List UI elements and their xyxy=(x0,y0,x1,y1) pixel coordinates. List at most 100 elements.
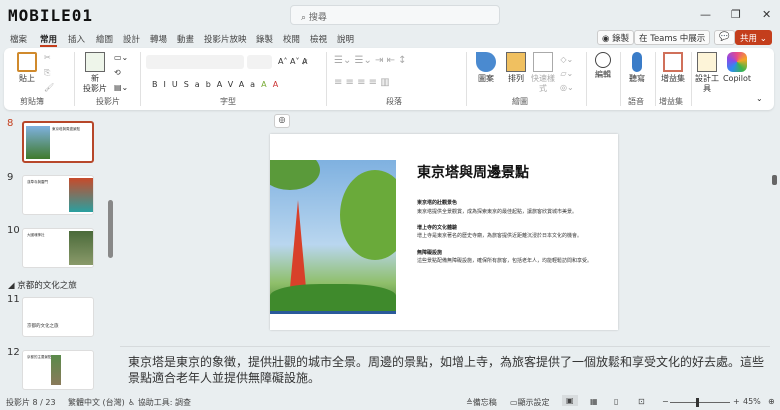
font-name-box[interactable] xyxy=(146,55,244,69)
designer-suggestion-icon[interactable]: ◎ xyxy=(274,114,290,128)
zoom-level[interactable]: 45% xyxy=(743,397,761,406)
zoom-slider[interactable] xyxy=(670,402,730,403)
minimize-button[interactable]: — xyxy=(700,8,711,21)
slide-number: 8 xyxy=(7,118,14,129)
point-body: 增上寺是東京著名的歷史寺廟，為旅客提供近距離沉浸於日本文化的機會。 xyxy=(417,233,583,239)
reading-view-icon[interactable]: ▯ xyxy=(614,397,618,406)
logo: MOBILE01 xyxy=(8,6,94,25)
notes-text[interactable]: 東京塔是東京的象徵，提供壯觀的城市全景。周邊的景點，如增上寺，為旅客提供了一個放… xyxy=(128,354,768,386)
font-format-buttons[interactable]: BIUSabAVAaAA xyxy=(152,80,284,90)
tab-file[interactable]: 檔案 xyxy=(10,33,27,45)
present-in-teams-button[interactable]: 在 Teams 中展示 xyxy=(634,30,711,45)
copy-icon[interactable]: ⎘ xyxy=(44,68,50,78)
title-bar: MOBILE01 ⌕ 搜尋 — ❐ ✕ xyxy=(0,0,780,30)
collapse-ribbon-icon[interactable]: ⌄ xyxy=(756,94,763,104)
tab-help[interactable]: 說明 xyxy=(337,33,354,45)
cut-icon[interactable]: ✂ xyxy=(44,53,51,63)
dictate-button[interactable]: 聽寫 xyxy=(624,52,650,84)
reset-icon[interactable]: ⟲ xyxy=(114,68,121,78)
quick-styles-button[interactable]: 快速樣式 xyxy=(530,52,556,94)
tab-view[interactable]: 檢視 xyxy=(310,33,327,45)
arrange-icon xyxy=(506,52,526,72)
slide-thumbnail-8[interactable]: 東京塔與周邊景點 xyxy=(22,121,94,163)
restore-button[interactable]: ❐ xyxy=(731,8,741,21)
designer-icon xyxy=(697,52,717,72)
section-icon[interactable]: ▤⌄ xyxy=(114,83,128,93)
grow-font-icon[interactable]: A˄ A˅ A̷ xyxy=(278,57,308,67)
designer-button[interactable]: 設計工具 xyxy=(694,52,720,94)
point-heading: 增上寺的文化體驗 xyxy=(417,225,458,231)
ribbon-tabs: 檔案 常用 插入 繪圖 設計 轉場 動畫 投影片放映 錄製 校閱 檢視 說明 ◉… xyxy=(0,30,780,47)
slide-thumbnail-10[interactable]: 大國魂神社 xyxy=(22,228,94,268)
slide-thumbnail-11[interactable]: 京都的文化之旅 xyxy=(22,297,94,337)
accessibility-status[interactable]: ♿ 協助工具: 調查 xyxy=(128,397,191,408)
tab-design[interactable]: 設計 xyxy=(123,33,140,45)
language[interactable]: 繁體中文 (台灣) xyxy=(68,397,125,408)
slide-thumbnail-12[interactable]: 京都的主要景點 xyxy=(22,350,94,390)
tab-animations[interactable]: 動畫 xyxy=(177,33,194,45)
tab-insert[interactable]: 插入 xyxy=(68,33,85,45)
zoom-out-button[interactable]: − xyxy=(662,397,669,406)
group-label-voice: 語音 xyxy=(628,97,644,106)
thumbnail-scrollbar[interactable] xyxy=(108,200,113,258)
shape-format-icons[interactable]: ◇⌄ ▱⌄ ◎⌄ xyxy=(560,53,574,95)
addins-icon xyxy=(663,52,683,72)
point-body: 東京塔提供全景觀賞，成為探索東京的最佳起點，讓旅客欣賞城市美景。 xyxy=(417,209,578,215)
zoom-in-button[interactable]: + xyxy=(733,397,740,406)
copilot-icon xyxy=(727,52,747,72)
microphone-icon xyxy=(632,52,642,72)
slide-sorter-icon[interactable]: ▦ xyxy=(590,397,598,406)
notes-pane[interactable]: 東京塔是東京的象徵，提供壯觀的城市全景。周邊的景點，如增上寺，為旅客提供了一個放… xyxy=(120,346,770,390)
new-slide-icon xyxy=(85,52,105,72)
clipboard-icon xyxy=(17,52,37,72)
font-size-box[interactable] xyxy=(247,55,272,69)
copilot-button[interactable]: Copilot xyxy=(720,52,754,84)
tokyo-tower-photo xyxy=(270,160,396,314)
format-painter-icon[interactable]: 🖌 xyxy=(44,83,54,93)
display-settings-button[interactable]: ▭顯示設定 xyxy=(510,397,550,408)
shapes-icon xyxy=(476,52,496,72)
search-input[interactable]: ⌕ 搜尋 xyxy=(290,5,500,25)
align-icon[interactable]: ≡ ≡ ≡ ≡ ▥ xyxy=(334,78,390,88)
tab-transitions[interactable]: 轉場 xyxy=(150,33,167,45)
slide-number: 12 xyxy=(7,347,20,358)
shapes-button[interactable]: 圖案 xyxy=(472,52,500,84)
tab-record[interactable]: 錄製 xyxy=(256,33,273,45)
tab-slideshow[interactable]: 投影片放映 xyxy=(204,33,247,45)
point-heading: 東京塔的壯觀景色 xyxy=(417,200,458,206)
tab-review[interactable]: 校閱 xyxy=(283,33,300,45)
slide-number: 9 xyxy=(7,172,14,183)
fit-to-window-icon[interactable]: ⊕ xyxy=(768,397,775,406)
search-icon xyxy=(595,52,611,68)
zoom-slider-thumb[interactable] xyxy=(696,398,699,407)
bullets-icon[interactable]: ☰⌄ ☰⌄ ⇥ ⇤ ↕ xyxy=(334,56,407,66)
normal-view-icon[interactable]: ▣ xyxy=(562,395,578,406)
section-header[interactable]: ◢ 京都的文化之旅 xyxy=(8,279,77,291)
tab-draw[interactable]: 繪圖 xyxy=(96,33,113,45)
paste-button[interactable]: 貼上 xyxy=(12,52,42,84)
layout-icon[interactable]: ▭⌄ xyxy=(114,53,128,63)
addins-button[interactable]: 增益集 xyxy=(658,52,688,84)
slideshow-icon[interactable]: ⊡ xyxy=(638,397,645,406)
group-label-clipboard: 剪貼簿 xyxy=(20,97,44,106)
editing-button[interactable]: 編輯 xyxy=(590,52,616,80)
slide-canvas[interactable]: 東京塔與周邊景點 東京塔的壯觀景色 東京塔提供全景觀賞，成為探索東京的最佳起點，… xyxy=(270,134,618,330)
slide-number: 11 xyxy=(7,294,20,305)
record-button[interactable]: ◉ 錄製 xyxy=(597,30,635,45)
share-button[interactable]: 共用 ⌄ xyxy=(735,30,772,45)
search-placeholder: 搜尋 xyxy=(308,13,327,23)
tab-home[interactable]: 常用 xyxy=(40,33,58,47)
slide-thumbnail-9[interactable]: 淺草寺與雷門 xyxy=(22,175,94,215)
slide-number: 10 xyxy=(7,225,20,236)
slide-scrollbar[interactable] xyxy=(772,175,777,185)
comments-button[interactable]: 💬 xyxy=(714,30,735,45)
arrange-button[interactable]: 排列 xyxy=(502,52,530,84)
slide-title[interactable]: 東京塔與周邊景點 xyxy=(417,162,529,182)
point-heading: 無障礙設施 xyxy=(417,250,443,256)
close-button[interactable]: ✕ xyxy=(762,8,771,21)
new-slide-button[interactable]: 新 投影片 xyxy=(78,52,112,94)
group-label-slides: 投影片 xyxy=(96,97,120,106)
notes-button[interactable]: ≜備忘稿 xyxy=(466,397,497,408)
quick-styles-icon xyxy=(533,52,553,72)
point-body: 這些景點配備無障礙設施，確保所有旅客，包括老年人，均能輕鬆訪問和享受。 xyxy=(417,258,593,264)
